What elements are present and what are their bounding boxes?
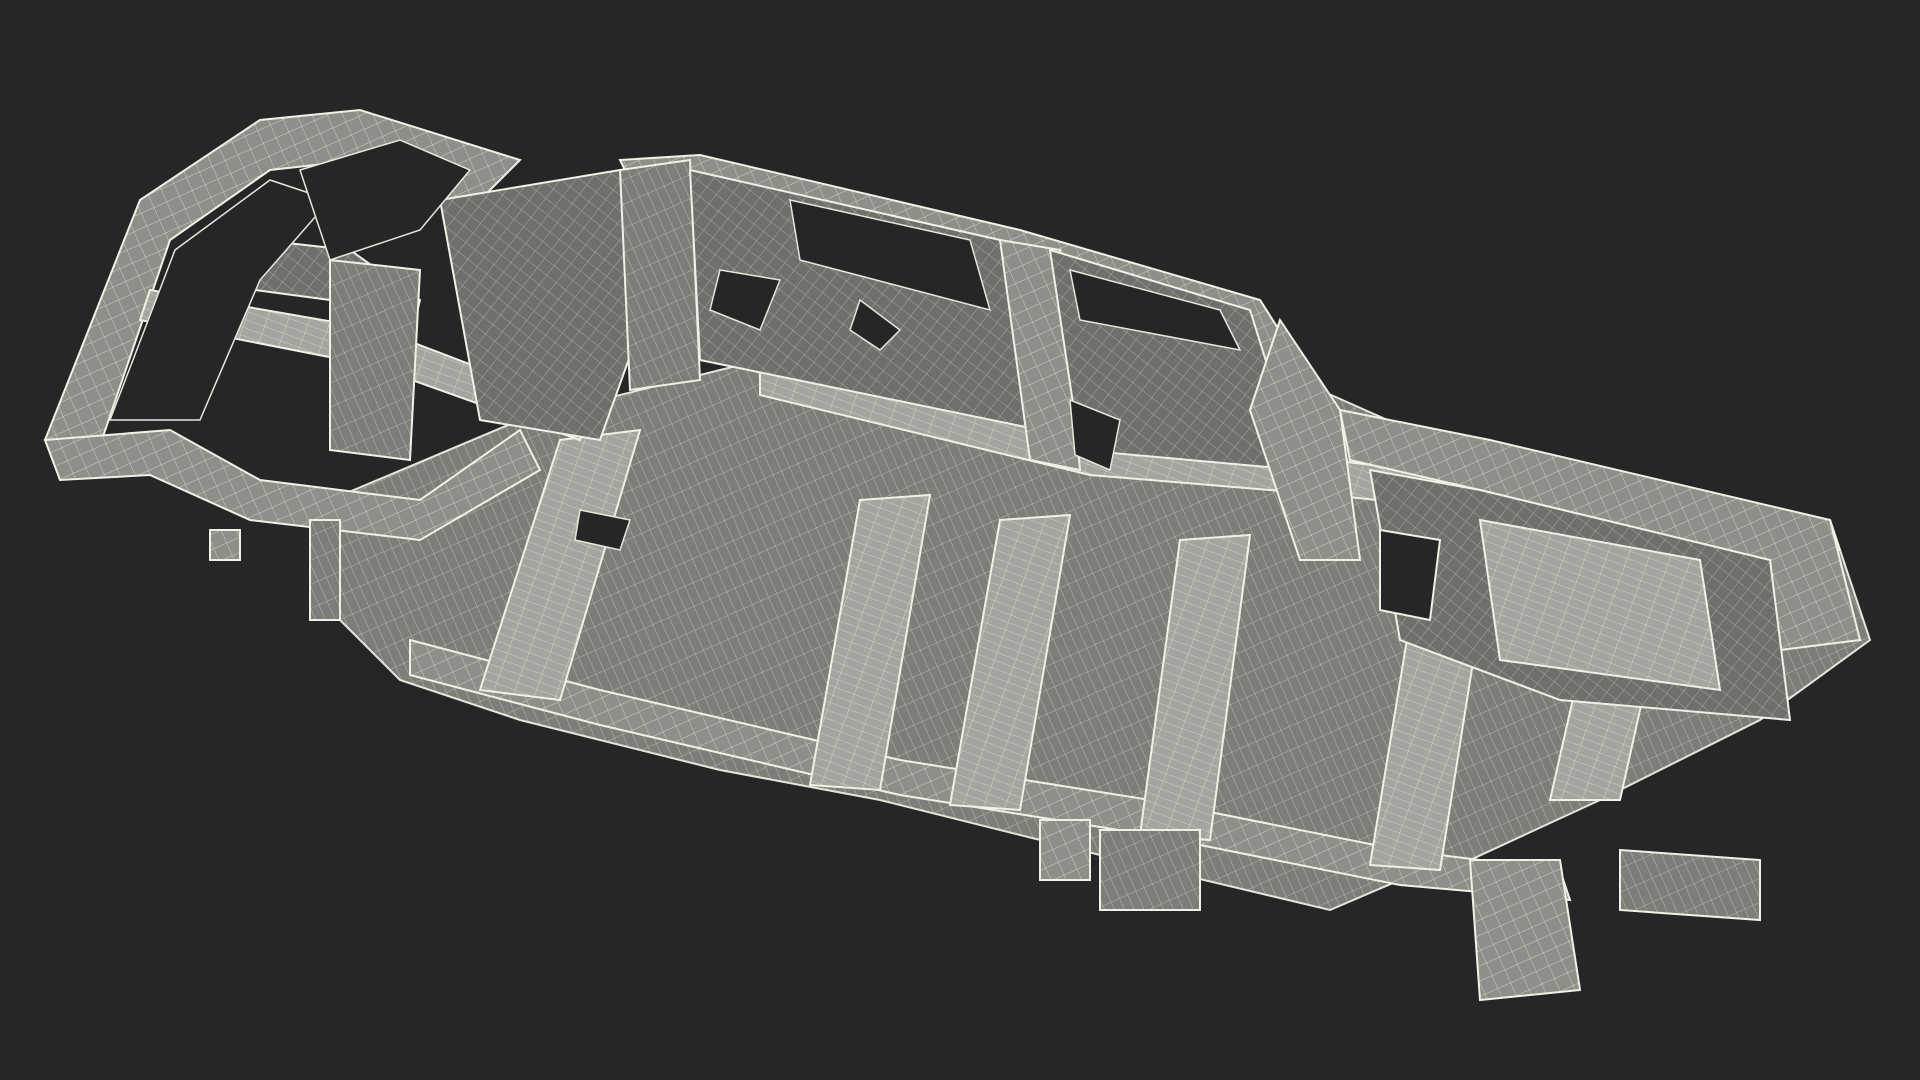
rear-bracket: [1468, 848, 1761, 1002]
wireframe-render: [43, 108, 1872, 1002]
viewport: [0, 0, 1920, 1080]
